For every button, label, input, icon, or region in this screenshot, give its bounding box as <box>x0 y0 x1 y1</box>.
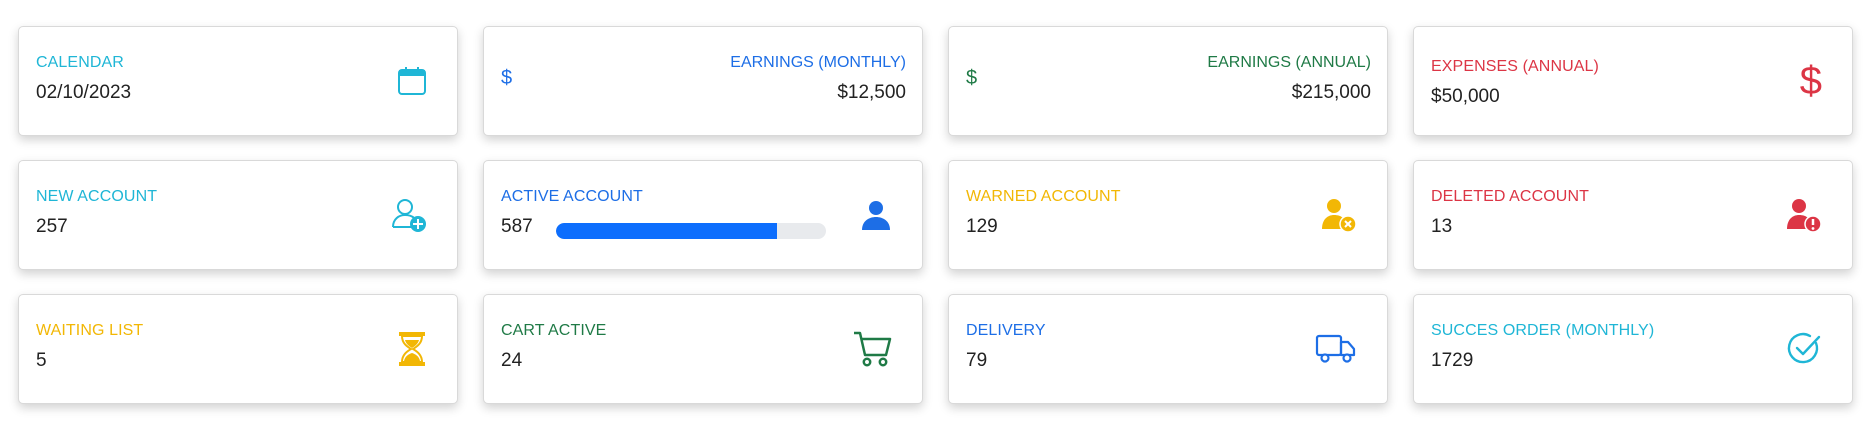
card-value: 24 <box>501 350 523 371</box>
card-value: $50,000 <box>1431 86 1500 107</box>
hourglass-icon <box>397 331 427 367</box>
card-label: NEW ACCOUNT <box>36 188 158 205</box>
card-label: ACTIVE ACCOUNT <box>501 188 643 205</box>
card-label: CART ACTIVE <box>501 322 607 339</box>
card-value: 5 <box>36 350 47 371</box>
user-alert-icon <box>1786 197 1822 233</box>
warned-account-card: WARNED ACCOUNT 129 <box>948 160 1388 270</box>
card-label: SUCCES ORDER (MONTHLY) <box>1431 322 1655 339</box>
waiting-list-card: WAITING LIST 5 <box>18 294 458 404</box>
earnings-annual-card: $ EARNINGS (ANNUAL) $215,000 <box>948 26 1388 136</box>
truck-icon <box>1315 333 1357 365</box>
card-label: WAITING LIST <box>36 322 144 339</box>
card-value: 587 <box>501 216 533 237</box>
card-label: DELETED ACCOUNT <box>1431 188 1589 205</box>
card-label: WARNED ACCOUNT <box>966 188 1121 205</box>
card-value: 79 <box>966 350 988 371</box>
card-label: DELIVERY <box>966 322 1046 339</box>
check-circle-icon <box>1786 331 1822 367</box>
card-value: 257 <box>36 216 68 237</box>
card-value: 1729 <box>1431 350 1474 371</box>
card-label: EXPENSES (ANNUAL) <box>1431 58 1599 75</box>
user-x-icon <box>1321 197 1357 233</box>
card-value: $12,500 <box>837 82 906 103</box>
dashboard-cards: CALENDAR 02/10/2023 $ EARNINGS (MONTHLY)… <box>0 0 1868 404</box>
delivery-card: DELIVERY 79 <box>948 294 1388 404</box>
cart-icon <box>852 329 892 369</box>
new-account-card: NEW ACCOUNT 257 <box>18 160 458 270</box>
calendar-icon <box>397 66 427 96</box>
earnings-monthly-card: $ EARNINGS (MONTHLY) $12,500 <box>483 26 923 136</box>
active-account-card: ACTIVE ACCOUNT 587 <box>483 160 923 270</box>
card-label: EARNINGS (ANNUAL) <box>1207 54 1371 71</box>
dollar-icon: $ <box>966 67 978 89</box>
card-value: 129 <box>966 216 998 237</box>
card-value: 02/10/2023 <box>36 82 132 103</box>
user-icon <box>860 199 892 231</box>
progress-bar <box>556 223 826 239</box>
cart-active-card: CART ACTIVE 24 <box>483 294 923 404</box>
dollar-icon: $ <box>501 67 513 89</box>
progress-fill <box>556 223 778 239</box>
card-label: CALENDAR <box>36 54 124 71</box>
user-plus-icon <box>391 197 427 233</box>
expenses-annual-card: EXPENSES (ANNUAL) $50,000 $ <box>1413 26 1853 136</box>
success-order-card: SUCCES ORDER (MONTHLY) 1729 <box>1413 294 1853 404</box>
calendar-card: CALENDAR 02/10/2023 <box>18 26 458 136</box>
dollar-icon: $ <box>1799 59 1822 103</box>
card-label: EARNINGS (MONTHLY) <box>730 54 906 71</box>
card-value: 13 <box>1431 216 1453 237</box>
deleted-account-card: DELETED ACCOUNT 13 <box>1413 160 1853 270</box>
card-value: $215,000 <box>1291 82 1371 103</box>
